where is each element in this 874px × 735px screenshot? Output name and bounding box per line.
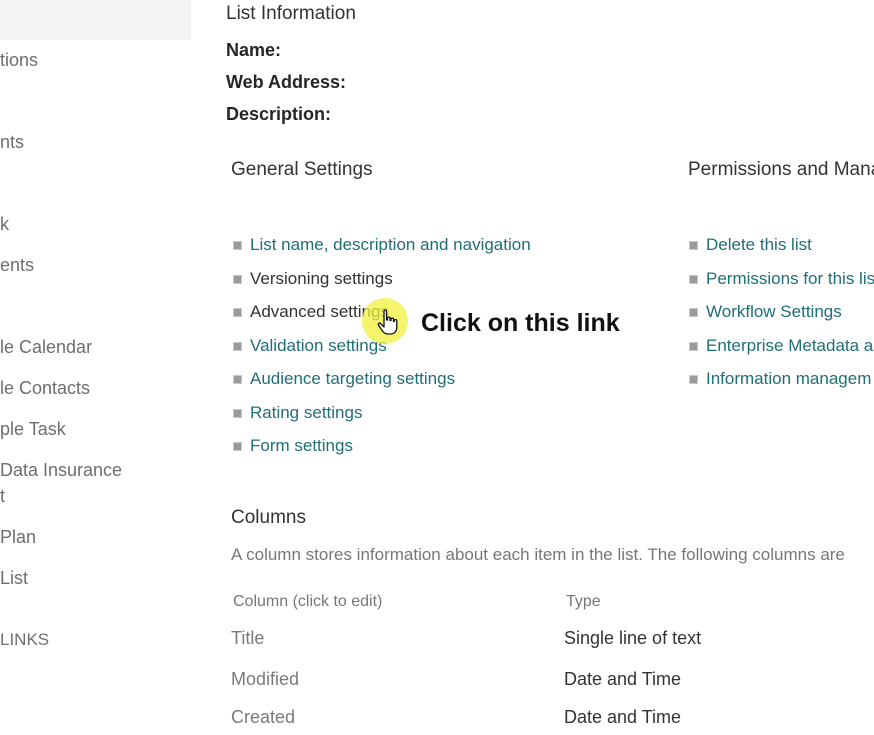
validation-settings-link[interactable]: Validation settings [250, 335, 387, 357]
versioning-settings-link[interactable]: Versioning settings [250, 268, 393, 290]
columns-description: A column stores information about each i… [231, 545, 845, 564]
instruction-callout: Click on this link [421, 309, 620, 337]
enterprise-metadata-link[interactable]: Enterprise Metadata a [706, 335, 873, 357]
permissions-for-list-link[interactable]: Permissions for this lis [706, 268, 874, 290]
audience-targeting-settings-link[interactable]: Audience targeting settings [250, 368, 455, 390]
bullet-icon [233, 308, 242, 317]
bullet-icon [233, 241, 242, 250]
column-header-type: Type [566, 593, 601, 610]
bullet-icon [233, 342, 242, 351]
columns-title: Columns [231, 507, 306, 528]
workflow-settings-link[interactable]: Workflow Settings [706, 301, 842, 323]
column-modified-type: Date and Time [564, 669, 682, 689]
hand-pointer-icon [377, 309, 398, 335]
form-settings-link[interactable]: Form settings [250, 435, 353, 457]
list-settings-main: List Information Name: Web Address: Desc… [0, 0, 874, 735]
list-name-description-link[interactable]: List name, description and navigation [250, 234, 531, 256]
bullet-icon [689, 275, 698, 284]
bullet-icon [233, 442, 242, 451]
page: tions nts k ents le Calendar le Contacts… [0, 0, 874, 735]
bullet-icon [689, 342, 698, 351]
delete-list-link[interactable]: Delete this list [706, 234, 812, 256]
description-label: Description: [226, 104, 332, 124]
information-management-link[interactable]: Information managem [706, 368, 871, 390]
name-label: Name: [226, 40, 282, 60]
rating-settings-link[interactable]: Rating settings [250, 402, 362, 424]
general-settings-title: General Settings [231, 159, 373, 180]
column-created-type: Date and Time [564, 707, 682, 727]
bullet-icon [233, 409, 242, 418]
column-header-name: Column (click to edit) [233, 593, 383, 610]
permissions-management-title: Permissions and Mana [688, 159, 874, 180]
web-address-label: Web Address: [226, 72, 347, 92]
column-title-type: Single line of text [564, 628, 702, 648]
bullet-icon [233, 275, 242, 284]
bullet-icon [689, 308, 698, 317]
column-created-link[interactable]: Created [231, 707, 295, 728]
column-title-link[interactable]: Title [231, 628, 264, 649]
column-modified-link[interactable]: Modified [231, 669, 299, 690]
bullet-icon [689, 241, 698, 250]
bullet-icon [233, 375, 242, 384]
list-information-title: List Information [226, 3, 356, 24]
bullet-icon [689, 375, 698, 384]
